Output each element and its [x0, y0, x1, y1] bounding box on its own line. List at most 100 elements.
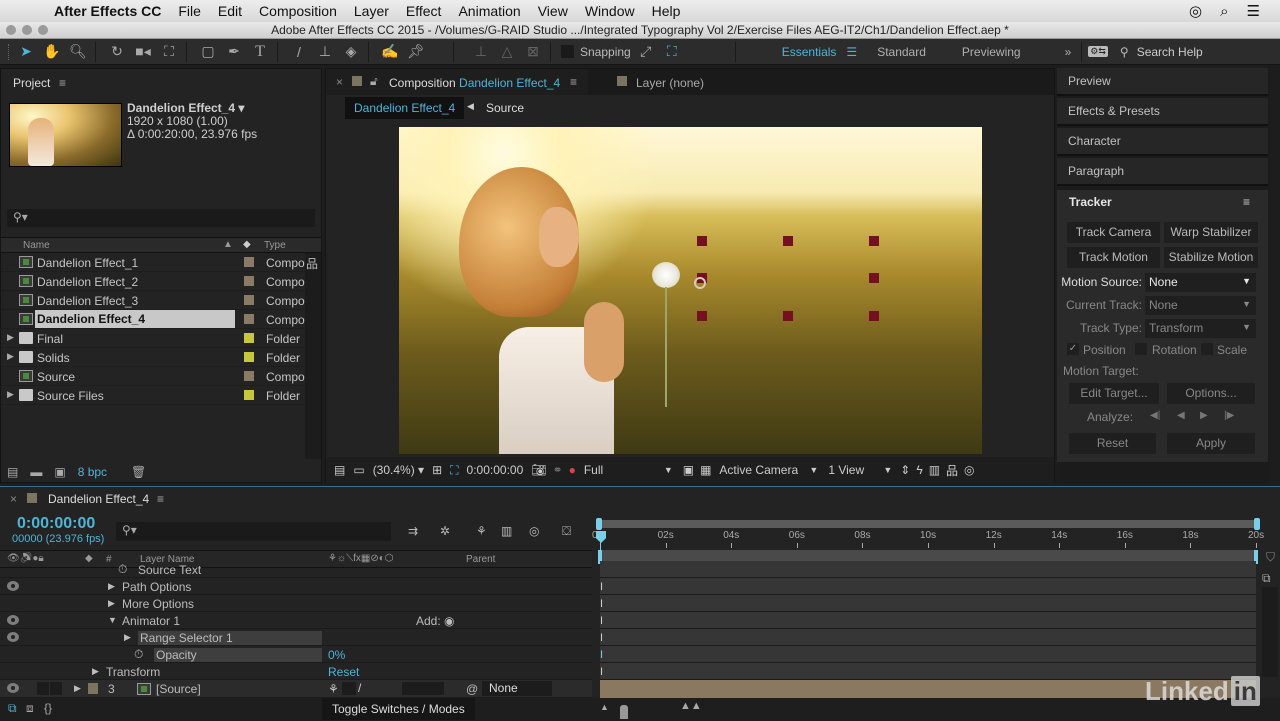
interpret-footage-icon[interactable]: ▤: [7, 465, 18, 479]
flowchart-icon[interactable]: 品: [946, 462, 958, 479]
mask-visibility-icon[interactable]: ⛶: [450, 463, 458, 478]
menu-effect[interactable]: Effect: [406, 3, 442, 19]
menu-help[interactable]: Help: [652, 3, 681, 19]
project-item[interactable]: Dandelion Effect_3 Compo: [1, 291, 305, 310]
comp-panel-menu-icon[interactable]: ≡: [570, 75, 577, 89]
stopwatch-icon[interactable]: ⏱: [118, 562, 127, 577]
always-preview-icon[interactable]: ▤: [334, 463, 345, 477]
workspace-standard[interactable]: Standard: [877, 45, 926, 59]
snap-expand-icon[interactable]: ⤢: [635, 41, 657, 63]
analyze-forward-icon[interactable]: ▶: [1200, 410, 1208, 421]
fit-icon[interactable]: ⊞: [432, 463, 442, 477]
region-of-interest-icon[interactable]: ▣: [683, 463, 694, 477]
label-color-swatch[interactable]: [244, 333, 254, 343]
effects-presets-panel-tab[interactable]: Effects & Presets: [1057, 98, 1268, 126]
visibility-eye-icon[interactable]: [7, 683, 19, 693]
magnification-dropdown[interactable]: (30.4%) ▾: [373, 463, 424, 477]
rotation-checkbox[interactable]: [1135, 343, 1147, 355]
timeline-current-time[interactable]: 0:00:00:00: [17, 515, 95, 533]
scale-checkbox[interactable]: [1201, 343, 1213, 355]
transfer-controls-pane-icon[interactable]: ⧈: [26, 701, 34, 716]
quality-switch-icon[interactable]: /: [358, 681, 361, 695]
label-column-icon[interactable]: ◆: [243, 239, 251, 250]
breadcrumb-dandelion-effect-4[interactable]: Dandelion Effect_4: [345, 97, 465, 119]
project-item[interactable]: Dandelion Effect_1 Compo: [1, 253, 305, 272]
close-timeline-tab-icon[interactable]: ×: [10, 492, 17, 506]
label-color-swatch[interactable]: [244, 257, 254, 267]
reset-link[interactable]: Reset: [328, 665, 359, 679]
resolution-dropdown-arrow-icon[interactable]: ▼: [664, 465, 673, 475]
bounding-box-handle[interactable]: [783, 311, 793, 321]
eraser-tool-icon[interactable]: ◈: [340, 41, 362, 63]
property-row[interactable]: ▶ Range Selector 1: [0, 629, 592, 646]
composition-mini-flowchart-icon[interactable]: ⇉: [408, 524, 418, 538]
bounding-box-handle[interactable]: [783, 236, 793, 246]
time-ruler[interactable]: 0s02s04s06s08s10s12s14s16s18s20s: [592, 530, 1264, 548]
bounding-box-handle[interactable]: [869, 311, 879, 321]
camera-dropdown-arrow-icon[interactable]: ▼: [809, 465, 818, 475]
type-tool-icon[interactable]: T: [249, 41, 271, 63]
notification-list-icon[interactable]: ☰: [1247, 2, 1260, 20]
property-row[interactable]: ▶ More Options: [0, 595, 592, 612]
shy-switch-icon[interactable]: ⚘: [328, 682, 339, 696]
menu-file[interactable]: File: [178, 3, 201, 19]
project-search-input[interactable]: ⚲▾: [7, 209, 315, 227]
selection-tool-icon[interactable]: ➤: [15, 41, 37, 63]
workspace-essentials[interactable]: Essentials: [782, 45, 837, 59]
property-bar-marker[interactable]: I: [600, 649, 603, 661]
view-layout-arrow-icon[interactable]: ▼: [883, 465, 892, 475]
brush-tool-icon[interactable]: /: [288, 41, 310, 63]
puppet-pin-tool-icon[interactable]: 📌︎: [405, 41, 427, 63]
pan-behind-tool-icon[interactable]: ⛶: [158, 41, 180, 63]
menu-animation[interactable]: Animation: [458, 3, 520, 19]
menu-edit[interactable]: Edit: [218, 3, 242, 19]
timeline-menu-icon[interactable]: ≡: [157, 492, 164, 506]
app-menu[interactable]: After Effects CC: [54, 3, 161, 19]
comp-marker-bin-icon[interactable]: ⛉: [1266, 550, 1275, 565]
creative-cloud-icon[interactable]: ◎: [1189, 2, 1202, 20]
sort-ascending-icon[interactable]: ▲: [223, 239, 233, 250]
expand-property-icon[interactable]: ▼: [108, 615, 117, 625]
property-bar-marker[interactable]: I: [600, 615, 603, 627]
snapshot-icon[interactable]: 📷︎: [531, 463, 546, 477]
project-scrollbar[interactable]: [305, 253, 321, 459]
bounding-box-handle[interactable]: [869, 273, 879, 283]
flowchart-icon[interactable]: 品: [306, 255, 318, 272]
toggle-switches-modes-button[interactable]: Toggle Switches / Modes: [322, 698, 475, 720]
world-axis-icon[interactable]: △: [496, 41, 518, 63]
toggle-pixel-aspect-icon[interactable]: ⇕: [900, 463, 910, 477]
draft-3d-icon[interactable]: ✲: [440, 524, 450, 538]
label-color-swatch[interactable]: [244, 371, 254, 381]
zoom-tool-icon[interactable]: 🔍︎: [67, 41, 89, 63]
sync-settings-icon[interactable]: ⚙⇆: [1088, 46, 1108, 57]
show-snapshot-icon[interactable]: ⚭: [553, 463, 563, 477]
paragraph-panel-tab[interactable]: Paragraph: [1057, 158, 1268, 186]
exposure-icon[interactable]: ◎: [964, 463, 974, 477]
snap-feature-icon[interactable]: ⛶: [661, 41, 683, 63]
new-composition-icon[interactable]: ▣: [54, 465, 65, 479]
character-panel-tab[interactable]: Character: [1057, 128, 1268, 156]
expand-folder-icon[interactable]: ▶: [7, 389, 14, 400]
navigator-end-handle[interactable]: [1254, 518, 1260, 530]
composition-tab[interactable]: Composition Dandelion Effect_4: [389, 76, 560, 90]
preview-panel-tab[interactable]: Preview: [1057, 68, 1268, 96]
expand-folder-icon[interactable]: ▶: [7, 332, 14, 343]
column-type[interactable]: Type: [264, 240, 286, 251]
search-help-field[interactable]: Search Help: [1137, 45, 1203, 59]
project-panel-menu-icon[interactable]: ≡: [59, 76, 66, 90]
label-color-swatch[interactable]: [244, 390, 254, 400]
camera-tool-icon[interactable]: ■◂: [132, 41, 154, 63]
tracker-apply-button[interactable]: Apply: [1167, 433, 1255, 454]
label-color-swatch[interactable]: [244, 276, 254, 286]
clone-stamp-tool-icon[interactable]: ⊥: [314, 41, 336, 63]
property-row[interactable]: ⏱ Source Text: [0, 561, 592, 578]
property-value[interactable]: 0%: [328, 648, 345, 662]
breadcrumb-source[interactable]: Source: [486, 101, 524, 115]
search-help-icon[interactable]: ⚲: [1120, 45, 1129, 59]
expand-property-icon[interactable]: ▶: [92, 666, 99, 677]
roto-brush-tool-icon[interactable]: ✍: [379, 41, 401, 63]
hand-tool-icon[interactable]: ✋: [41, 41, 63, 63]
analyze-back-frame-icon[interactable]: ◀|: [1150, 410, 1160, 421]
stopwatch-icon[interactable]: ⏱: [134, 647, 143, 662]
camera-dropdown[interactable]: Active Camera: [719, 463, 809, 477]
